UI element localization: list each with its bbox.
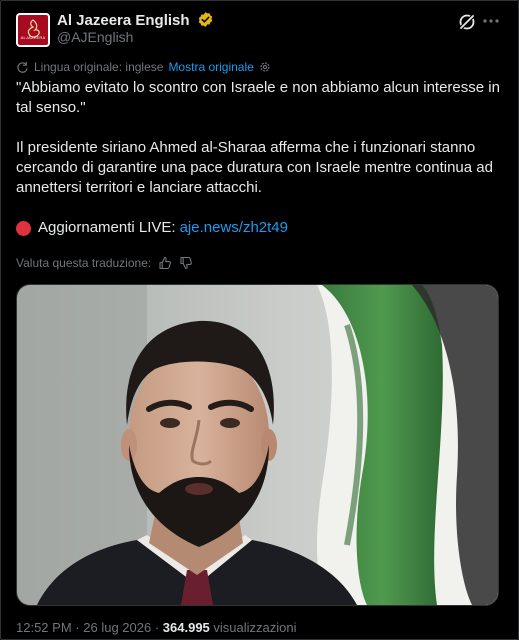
tweet-photo[interactable] (16, 284, 499, 606)
views-count: 364.995 (162, 620, 210, 635)
grok-icon[interactable] (457, 12, 477, 32)
rate-translation-label: Valuta questa traduzione: (16, 256, 152, 270)
tweet-text: "Abbiamo evitato lo scontro con Israele … (16, 78, 506, 238)
original-language-label: Lingua originale: inglese (34, 60, 164, 74)
translate-sparkle-icon (17, 61, 28, 73)
thumbs-down-icon[interactable] (179, 256, 193, 270)
live-updates-label: Aggiornamenti LIVE: (38, 219, 176, 236)
al-jazeera-logo: ALJAZEERA (18, 15, 48, 45)
tweet-time[interactable]: 12:52 PM (16, 620, 72, 635)
separator-dot: · (154, 620, 160, 635)
views-label: visualizzazioni (213, 620, 297, 635)
show-original-link[interactable]: Mostra originale (168, 60, 253, 74)
tweet-meta: 12:52 PM · 26 lug 2026 · 364.995 visuali… (16, 620, 297, 635)
live-updates-line: Aggiornamenti LIVE: aje.news/zh2t49 (16, 218, 506, 238)
tweet-date[interactable]: 26 lug 2026 (83, 620, 151, 635)
author-name-text[interactable]: Al Jazeera English (57, 12, 190, 29)
rate-translation-bar: Valuta questa traduzione: (16, 256, 193, 270)
live-dot-icon (16, 220, 31, 236)
verified-badge-icon (197, 11, 214, 32)
more-icon[interactable] (480, 10, 502, 32)
avatar-logo-text: ALJAZEERA (20, 35, 46, 40)
live-updates-link[interactable]: aje.news/zh2t49 (180, 218, 288, 238)
translation-bar: Lingua originale: inglese Mostra origina… (16, 60, 271, 74)
settings-icon[interactable] (259, 61, 271, 73)
tweet-paragraph-quote: "Abbiamo evitato lo scontro con Israele … (16, 79, 500, 116)
tweet-paragraph-body: Il presidente siriano Ahmed al-Sharaa af… (16, 139, 493, 196)
thumbs-up-icon[interactable] (158, 256, 172, 270)
avatar[interactable]: ALJAZEERA (16, 13, 50, 47)
author-handle[interactable]: @AJEnglish (57, 29, 133, 45)
separator-dot: · (75, 620, 80, 635)
photo-illustration (17, 285, 498, 605)
